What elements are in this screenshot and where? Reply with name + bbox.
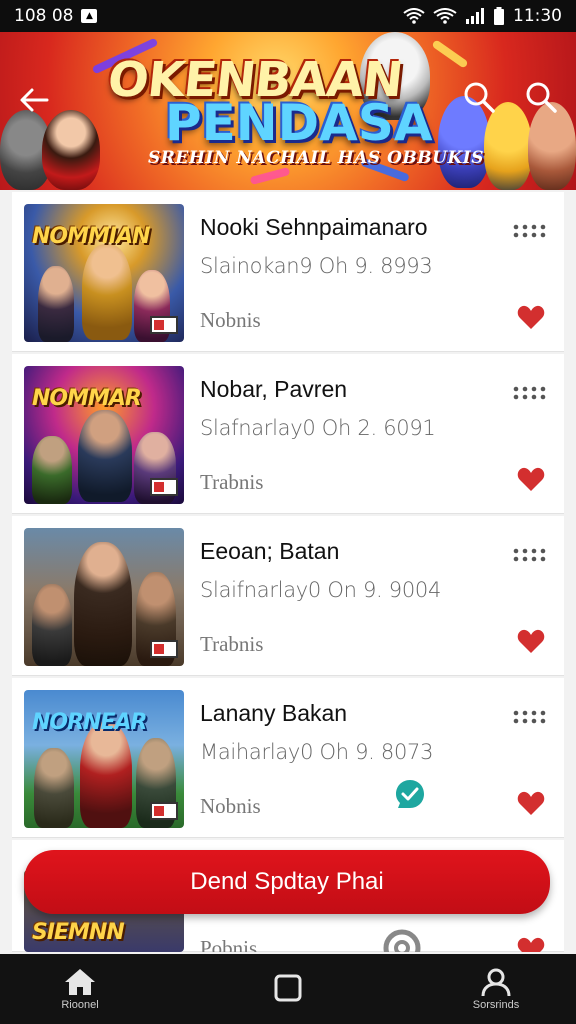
more-options-icon[interactable] (512, 548, 546, 562)
item-meta: Slaifnarlay0 On 9. 9004 (200, 578, 442, 602)
heroine-character (42, 110, 100, 190)
more-options-icon[interactable] (512, 710, 546, 724)
thumb-figure (80, 722, 132, 828)
thumb-logo-text: NORNEAR (32, 710, 147, 735)
item-meta: Slainokan9 Oh 9. 8993 (200, 254, 433, 278)
list-item[interactable]: NOMMAR Nobar, Pavren Slafnarlay0 Oh 2. 6… (12, 354, 564, 514)
item-thumbnail[interactable]: NOMMAR (24, 366, 184, 504)
arrow-left-icon (20, 88, 49, 112)
item-title: Nooki Sehnpaimanaro (200, 214, 428, 240)
item-thumbnail[interactable]: NORNEAR (24, 690, 184, 828)
primary-action-button[interactable]: Dend Spdtay Phai (24, 850, 550, 914)
item-tag: Trabnis (200, 632, 264, 656)
nav-item-overview[interactable] (248, 973, 328, 1005)
age-rating-badge (150, 316, 178, 334)
thumb-logo-text: SIEMNN (32, 920, 125, 945)
spinner-icon (383, 929, 421, 952)
thumb-figure (82, 244, 132, 340)
thumb-figure (32, 584, 72, 666)
home-icon (65, 969, 95, 995)
thumb-figure (34, 748, 74, 828)
notification-icon: ▲ (81, 9, 98, 23)
item-title: Nobar, Pavren (200, 376, 348, 402)
status-bar: 108 08 ▲ 11:30 (0, 0, 576, 32)
item-tag: Pobnis (200, 936, 258, 952)
thumb-figure (78, 410, 132, 502)
heart-icon[interactable] (516, 934, 546, 952)
item-title: Lanany Bakan (200, 700, 348, 726)
age-rating-badge (150, 640, 178, 658)
square-icon (274, 974, 302, 1002)
search-button-secondary[interactable] (524, 80, 560, 116)
nav-item-home[interactable]: Rioonel (40, 967, 120, 1011)
item-list: NOMMIAN Nooki Sehnpaimanaro Slainokan9 O… (12, 192, 564, 952)
thumb-figure (74, 542, 132, 666)
banner-subtitle: SREHIN NACHAIL HAS OBBUKIS (148, 148, 484, 168)
more-options-icon[interactable] (512, 224, 546, 238)
thumb-logo-text: NOMMAR (32, 386, 142, 411)
status-time: 108 08 (14, 6, 74, 26)
item-tag: Nobnis (200, 794, 261, 818)
item-tag: Trabnis (200, 470, 264, 494)
item-meta: Slafnarlay0 Oh 2. 6091 (200, 416, 436, 440)
battery-icon (494, 7, 504, 25)
thumb-logo-text: NOMMIAN (32, 224, 151, 249)
signal-icon (466, 8, 484, 24)
back-button[interactable] (14, 82, 54, 118)
list-item[interactable]: NORNEAR Lanany Bakan Maiharlay0 Oh 9. 80… (12, 678, 564, 838)
banner-title-line2: PENDASA (165, 94, 433, 152)
hero-banner: OKENBAAN PENDASA SREHIN NACHAIL HAS OBBU… (0, 32, 576, 190)
nav-label-profile: Sorsrinds (472, 999, 520, 1011)
nav-label-home: Rioonel (61, 999, 99, 1011)
confetti-streak (431, 39, 469, 69)
profile-icon (481, 968, 511, 997)
heart-icon[interactable] (516, 464, 546, 494)
bottom-navigation: Rioonel Sorsrinds (0, 954, 576, 1024)
heart-icon[interactable] (516, 302, 546, 332)
age-rating-badge (150, 802, 178, 820)
search-icon (464, 82, 495, 113)
wifi-icon-2 (433, 8, 457, 24)
status-clock: 11:30 (513, 6, 562, 26)
more-options-icon[interactable] (512, 386, 546, 400)
verified-check-icon (396, 780, 424, 808)
list-item[interactable]: NOMMIAN Nooki Sehnpaimanaro Slainokan9 O… (12, 192, 564, 352)
wifi-icon (403, 8, 425, 24)
heart-icon[interactable] (516, 626, 546, 656)
nav-item-profile[interactable]: Sorsrinds (456, 967, 536, 1011)
thumb-figure (32, 436, 72, 504)
item-thumbnail[interactable]: NOMMIAN (24, 204, 184, 342)
age-rating-badge (150, 478, 178, 496)
confetti-streak (249, 166, 291, 186)
item-thumbnail[interactable] (24, 528, 184, 666)
list-item[interactable]: Eeoan; Batan Slaifnarlay0 On 9. 9004 Tra… (12, 516, 564, 676)
heart-icon[interactable] (516, 788, 546, 818)
item-title: Eeoan; Batan (200, 538, 340, 564)
thumb-figure (38, 266, 74, 342)
search-button[interactable] (462, 80, 498, 116)
item-tag: Nobnis (200, 308, 261, 332)
item-meta: Maiharlay0 Oh 9. 8073 (200, 740, 434, 764)
search-icon (526, 82, 557, 113)
